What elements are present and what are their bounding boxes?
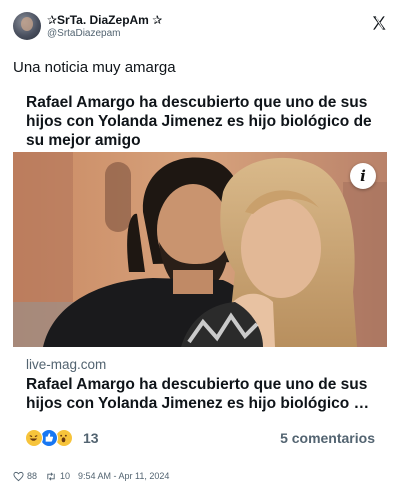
card-image[interactable]: i <box>13 152 387 347</box>
comments-link[interactable]: 5 comentarios <box>280 430 375 446</box>
retweet-icon[interactable] <box>45 471 57 482</box>
info-glyph: i <box>360 167 366 185</box>
tweet-header: ✰SrTa. DiaZepAm ✰ @SrtaDiazepam <box>13 12 387 42</box>
card-title[interactable]: Rafael Amargo ha descubierto que uno de … <box>26 375 378 413</box>
card-domain[interactable]: live-mag.com <box>26 357 106 372</box>
timestamp[interactable]: 9:54 AM - Apr 11, 2024 <box>78 471 169 481</box>
news-photo <box>13 152 387 347</box>
like-count: 88 <box>27 471 38 481</box>
laugh-emoji-icon <box>25 429 43 447</box>
avatar[interactable] <box>13 12 41 40</box>
tweet-text: Una noticia muy amarga <box>13 59 176 76</box>
card-headline: Rafael Amargo ha descubierto que uno de … <box>26 94 372 149</box>
tweet-footer: 88 10 9:54 AM - Apr 11, 2024 <box>13 469 169 483</box>
retweet-count: 10 <box>60 471 71 481</box>
info-icon[interactable]: i <box>350 163 376 189</box>
reaction-count: 13 <box>83 430 99 446</box>
author-handle[interactable]: @SrtaDiazepam <box>47 28 121 39</box>
link-card[interactable]: Rafael Amargo ha descubierto que uno de … <box>13 86 387 421</box>
x-logo-icon[interactable] <box>371 15 387 31</box>
heart-icon[interactable] <box>13 471 24 482</box>
author-name[interactable]: ✰SrTa. DiaZepAm ✰ <box>47 13 162 27</box>
